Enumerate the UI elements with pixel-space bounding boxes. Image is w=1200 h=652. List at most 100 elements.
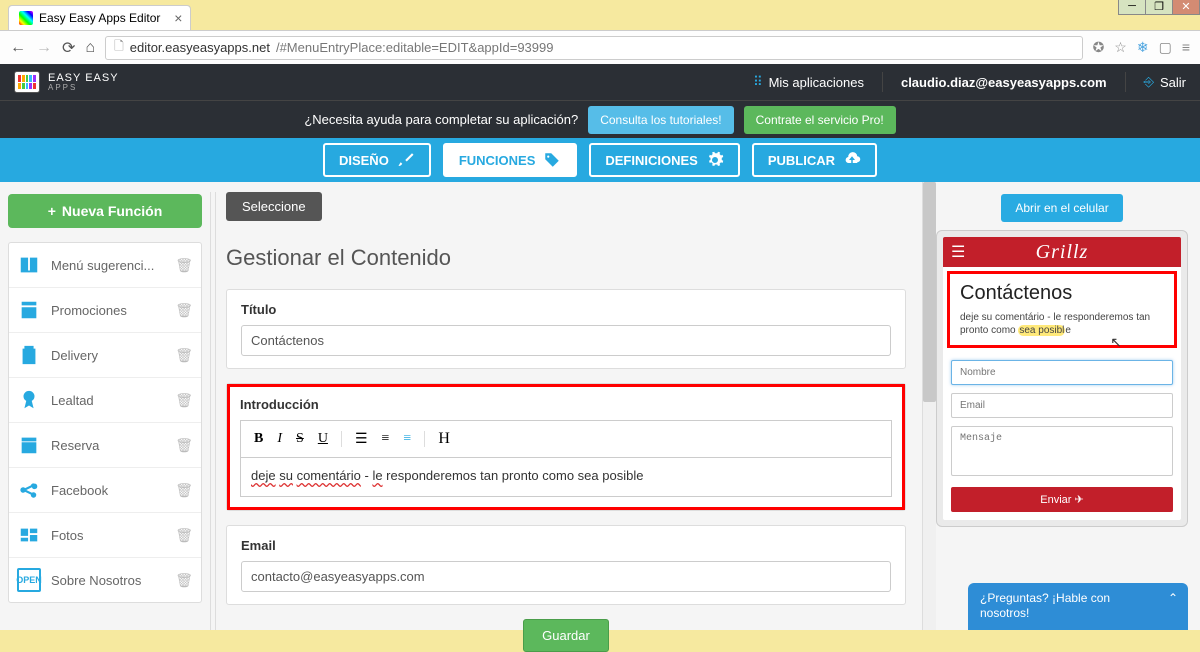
title-panel: Título [226, 289, 906, 369]
back-button[interactable]: ← [10, 39, 26, 57]
preview-name-input[interactable] [951, 360, 1173, 385]
separator [341, 431, 342, 447]
tab-publish[interactable]: PUBLICAR [752, 143, 877, 177]
award-icon [17, 388, 41, 412]
preview-contact-highlight: Contáctenos deje su comentário - le resp… [947, 271, 1177, 348]
sidebar-item-delivery[interactable]: Delivery🗑 [9, 333, 201, 378]
sidebar-item-lealtad[interactable]: Lealtad🗑 [9, 378, 201, 423]
cursor-icon: ↖ [1110, 334, 1122, 351]
home-button[interactable]: ⌂ [85, 39, 95, 57]
sidebar-item-fotos[interactable]: Fotos🗑 [9, 513, 201, 558]
logo-text: EASY EASYAPPS [48, 73, 119, 92]
sidebar-item-reserva[interactable]: Reserva🗑 [9, 423, 201, 468]
trash-icon[interactable]: 🗑 [175, 482, 193, 499]
trash-icon[interactable]: 🗑 [175, 527, 193, 544]
tab-definitions[interactable]: DEFINICIONES [589, 143, 739, 177]
title-label: Título [241, 302, 891, 317]
trash-icon[interactable]: 🗑 [175, 437, 193, 454]
clipboard-icon [17, 343, 41, 367]
bold-button[interactable]: B [249, 428, 268, 450]
main-nav: DISEÑO FUNCIONES DEFINICIONES PUBLICAR [0, 138, 1200, 182]
plus-icon: + [48, 203, 56, 219]
save-button[interactable]: Guardar [523, 619, 609, 652]
ordered-list-button[interactable]: ≡ [377, 428, 395, 450]
bullet-list-button[interactable]: ☰ [350, 428, 373, 451]
sidebar-item-facebook[interactable]: Facebook🗑 [9, 468, 201, 513]
menu-icon[interactable]: ≡ [1182, 39, 1190, 56]
favicon-icon [19, 11, 33, 25]
tab-functions[interactable]: FUNCIONES [443, 143, 578, 177]
align-left-button[interactable]: ≡ [398, 428, 416, 450]
my-apps-link[interactable]: ⠿Mis aplicaciones [753, 74, 864, 90]
close-icon[interactable]: × [174, 10, 182, 26]
open-icon: OPEN [17, 568, 41, 592]
maximize-button[interactable]: ❐ [1145, 0, 1173, 15]
email-input[interactable] [241, 561, 891, 592]
preview-pane: Abrir en el celular ☰ Grillz Contáctenos… [936, 182, 1200, 630]
preview-contact-text: deje su comentário - le responderemos ta… [960, 311, 1164, 337]
share-icon [17, 478, 41, 502]
separator [882, 72, 883, 92]
browser-frame: Easy Easy Apps Editor × ─ ❐ ✕ ← → ⟳ ⌂ 🗋 … [0, 0, 1200, 64]
scrollbar[interactable] [922, 182, 936, 630]
tab-bar: Easy Easy Apps Editor × ─ ❐ ✕ [0, 0, 1200, 30]
browser-tab[interactable]: Easy Easy Apps Editor × [8, 5, 191, 30]
logo[interactable]: EASY EASYAPPS [14, 71, 119, 93]
separator [424, 431, 425, 447]
preview-message-input[interactable] [951, 426, 1173, 476]
preview-form: Enviar ✈ [943, 352, 1181, 520]
heading-button[interactable]: H [433, 427, 455, 451]
close-window-button[interactable]: ✕ [1172, 0, 1200, 15]
trash-icon[interactable]: 🗑 [175, 257, 193, 274]
tutorials-button[interactable]: Consulta los tutoriales! [588, 106, 733, 134]
sidebar-item-menu[interactable]: Menú sugerenci...🗑 [9, 243, 201, 288]
tab-design[interactable]: DISEÑO [323, 143, 431, 177]
help-text: ¿Necesita ayuda para completar su aplica… [304, 112, 578, 127]
forward-button[interactable]: → [36, 39, 52, 57]
strike-button[interactable]: S [291, 428, 309, 450]
minimize-button[interactable]: ─ [1118, 0, 1146, 15]
chat-widget[interactable]: ¿Preguntas? ¡Hable con nosotros! ⌃ [968, 583, 1188, 630]
url-input[interactable]: 🗋 editor.easyeasyapps.net/#MenuEntryPlac… [105, 36, 1082, 60]
sidebar: +Nueva Función Menú sugerenci...🗑 Promoc… [0, 182, 210, 630]
snowflake-icon[interactable]: ❄ [1137, 39, 1149, 56]
intro-editor[interactable]: deje su comentário - le responderemos ta… [240, 457, 892, 497]
trash-icon[interactable]: 🗑 [175, 347, 193, 364]
grid-icon: ⠿ [753, 74, 763, 90]
header-right: ⠿Mis aplicaciones claudio.diaz@easyeasya… [753, 72, 1186, 92]
bookmark-icon[interactable]: ☆ [1114, 39, 1127, 56]
pro-service-button[interactable]: Contrate el servicio Pro! [744, 106, 896, 134]
preview-app-bar: ☰ Grillz [943, 237, 1181, 267]
translate-icon[interactable]: ✪ [1093, 39, 1105, 56]
preview-submit-button[interactable]: Enviar ✈ [951, 487, 1173, 512]
trash-icon[interactable]: 🗑 [175, 572, 193, 589]
logout-link[interactable]: ⎆Salir [1144, 74, 1186, 90]
phone-screen: ☰ Grillz Contáctenos deje su comentário … [943, 237, 1181, 520]
sidebar-item-sobre-nosotros[interactable]: OPENSobre Nosotros🗑 [9, 558, 201, 602]
sidebar-item-promociones[interactable]: Promociones🗑 [9, 288, 201, 333]
reload-button[interactable]: ⟳ [62, 38, 75, 58]
preview-email-input[interactable] [951, 393, 1173, 418]
user-email-link[interactable]: claudio.diaz@easyeasyapps.com [901, 75, 1107, 90]
app-header: EASY EASYAPPS ⠿Mis aplicaciones claudio.… [0, 64, 1200, 100]
underline-button[interactable]: U [313, 428, 333, 450]
addr-icons: ✪ ☆ ❄ ▢ ≡ [1093, 39, 1190, 56]
hamburger-icon[interactable]: ☰ [951, 242, 965, 262]
trash-icon[interactable]: 🗑 [175, 392, 193, 409]
email-panel: Email [226, 525, 906, 605]
intro-panel: Introducción B I S U ☰ ≡ ≡ H deje su com… [226, 383, 906, 511]
seleccione-badge[interactable]: Seleccione [226, 192, 322, 221]
italic-button[interactable]: I [272, 428, 287, 450]
window-controls: ─ ❐ ✕ [1119, 0, 1200, 15]
open-in-mobile-button[interactable]: Abrir en el celular [1001, 194, 1122, 222]
save-row: Guardar [226, 619, 906, 652]
new-function-button[interactable]: +Nueva Función [8, 194, 202, 228]
calendar-icon [17, 433, 41, 457]
adblock-icon[interactable]: ▢ [1159, 39, 1172, 56]
trash-icon[interactable]: 🗑 [175, 302, 193, 319]
scrollbar-thumb[interactable] [923, 182, 936, 402]
preview-app-title: Grillz [943, 241, 1181, 264]
function-list: Menú sugerenci...🗑 Promociones🗑 Delivery… [8, 242, 202, 603]
title-input[interactable] [241, 325, 891, 356]
email-label: Email [241, 538, 891, 553]
